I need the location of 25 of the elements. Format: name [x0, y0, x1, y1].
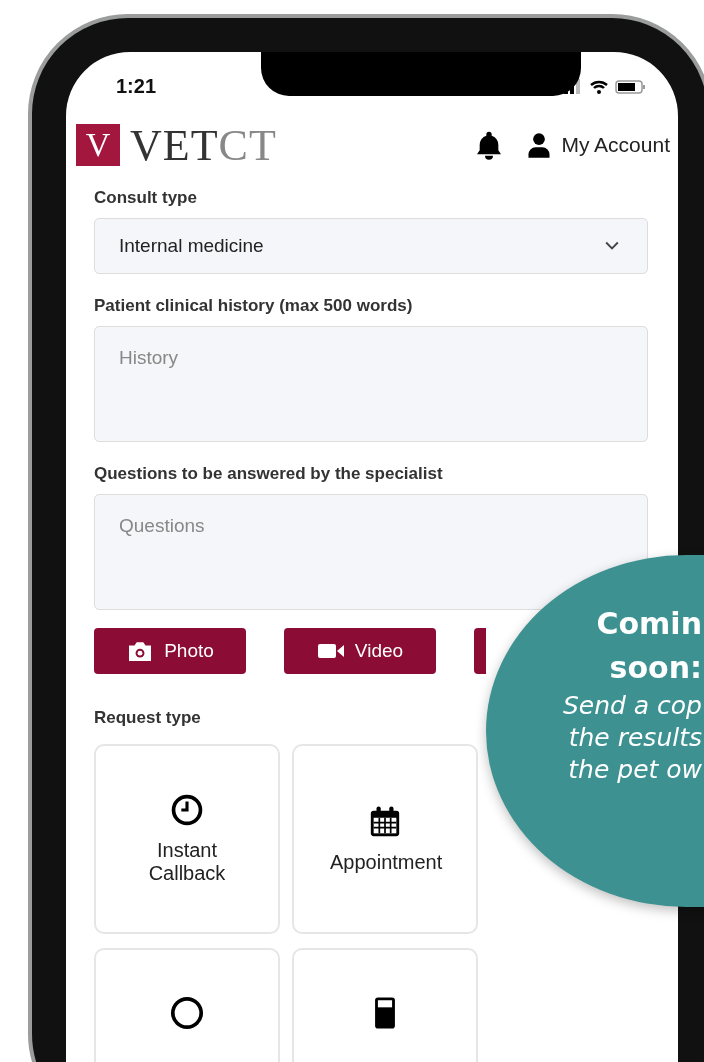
wifi-icon — [589, 80, 609, 94]
video-button[interactable]: Video — [284, 628, 436, 674]
camera-button[interactable]: Photo — [94, 628, 246, 674]
my-account-link[interactable]: My Account — [525, 131, 670, 159]
status-time: 1:21 — [116, 74, 157, 98]
clock-icon — [170, 793, 204, 827]
consult-type-dropdown[interactable]: Internal medicine — [94, 218, 648, 274]
calendar-icon — [368, 804, 402, 839]
promo-title: soon: — [609, 649, 703, 687]
promo-text: Send a cop — [562, 690, 703, 722]
text-area[interactable]: History — [94, 326, 648, 442]
request-type-option[interactable]: Appointment — [292, 744, 478, 934]
circle-icon — [170, 996, 204, 1030]
promo-text: the pet ow — [568, 754, 703, 786]
field-label: Request type — [94, 708, 202, 728]
text-area[interactable]: Questions — [94, 494, 648, 610]
logo-wordmark: VETCT — [130, 119, 277, 171]
field-label: Questions to be answered by the specialist — [94, 464, 444, 484]
request-type-option[interactable]: Instant Callback — [94, 744, 280, 934]
logo-mark: V — [76, 124, 120, 166]
battery-icon — [615, 80, 645, 94]
field-label: Patient clinical history (max 500 words) — [94, 296, 414, 316]
promo-text: the results — [568, 722, 703, 754]
field-label: Consult type — [94, 188, 198, 208]
chevron-down-icon — [605, 241, 619, 251]
